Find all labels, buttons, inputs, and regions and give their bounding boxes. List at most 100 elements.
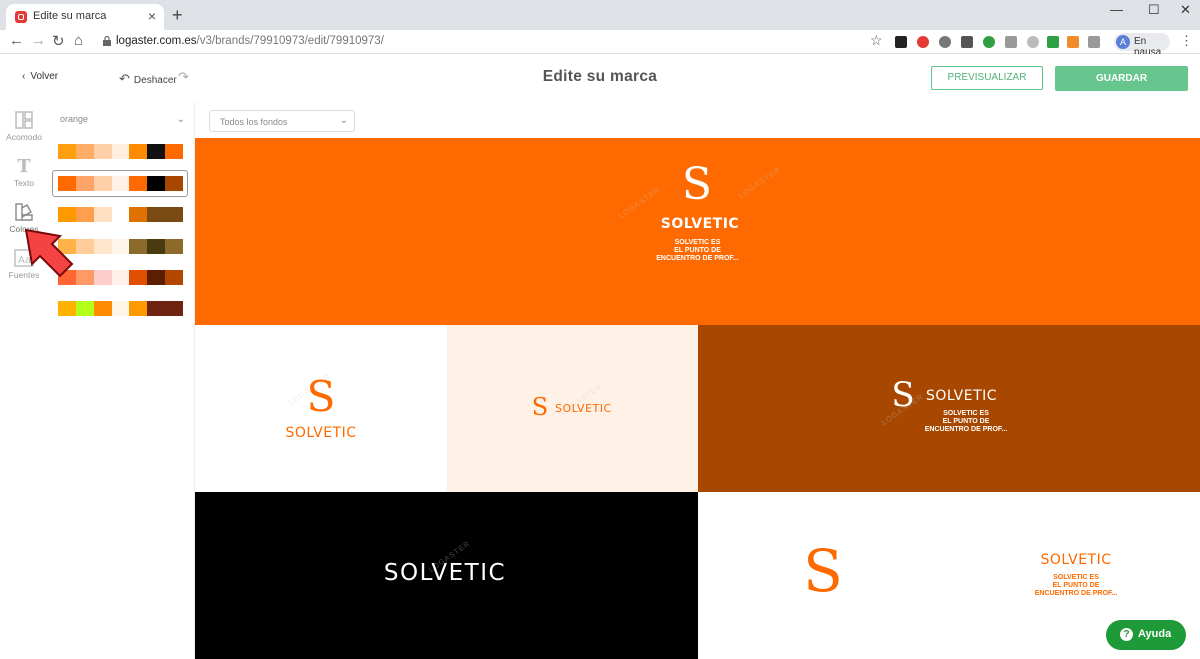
browser-tab[interactable]: Edite su marca × <box>6 4 164 30</box>
back-button[interactable]: ‹ Volver <box>22 71 58 82</box>
palette-swatch <box>93 270 112 285</box>
palette-swatch <box>93 207 112 222</box>
address-bar[interactable]: logaster.com.es/v3/brands/79910973/edit/… <box>116 35 384 47</box>
brand-name: SOLVETIC <box>1040 552 1112 568</box>
color-palette-option[interactable] <box>58 207 184 222</box>
extension-icon[interactable] <box>983 36 995 48</box>
brand-mark: S <box>803 537 843 605</box>
palette-swatch <box>165 176 184 191</box>
background-filter-select[interactable]: Todos los fondos ⌄ <box>209 110 355 132</box>
background-filter-value: Todos los fondos <box>220 117 288 127</box>
profile-button[interactable]: A En pausa <box>1114 33 1170 58</box>
palette-swatch <box>75 239 94 254</box>
extension-icon[interactable] <box>961 36 973 48</box>
color-palette-option[interactable] <box>58 176 184 191</box>
chevron-down-icon: ⌄ <box>339 115 348 126</box>
preview-button[interactable]: PREVISUALIZAR <box>931 66 1043 90</box>
palette-swatch <box>165 239 184 254</box>
maximize-icon[interactable]: ☐ <box>1148 2 1160 18</box>
watermark: LOGASTER <box>736 164 783 201</box>
help-label: Ayuda <box>1138 628 1172 640</box>
color-scheme-select[interactable]: orange ⌄ <box>60 114 187 130</box>
forward-arrow-icon[interactable]: → <box>31 32 46 49</box>
save-button[interactable]: GUARDAR <box>1055 66 1188 91</box>
tool-label: Texto <box>13 178 35 188</box>
extension-icon[interactable] <box>895 36 907 48</box>
palette-swatch <box>111 207 130 222</box>
preview-orange-large[interactable]: LOGASTER LOGASTER S SOLVETIC SOLVETIC ES… <box>195 138 1200 325</box>
color-palette-option[interactable] <box>58 270 184 285</box>
tab-title: Edite su marca <box>33 10 107 22</box>
help-button[interactable]: ? Ayuda <box>1106 620 1186 650</box>
window-close-icon[interactable]: ✕ <box>1180 2 1191 18</box>
color-palette-option[interactable] <box>58 239 184 254</box>
page-title: Edite su marca <box>542 68 658 85</box>
palette-swatch <box>129 239 148 254</box>
palette-swatch <box>129 301 148 316</box>
undo-button[interactable]: ↶ Deshacer <box>119 71 177 87</box>
layout-icon <box>15 111 33 129</box>
back-arrow-icon[interactable]: ← <box>9 32 24 49</box>
home-icon[interactable]: ⌂ <box>74 32 83 49</box>
tool-layout[interactable]: Acomodo <box>4 110 44 142</box>
palette-swatch <box>93 239 112 254</box>
tool-label: Acomodo <box>6 132 42 142</box>
preview-brown[interactable]: LOGASTER S SOLVETIC SOLVETIC ES EL PUNTO … <box>698 325 1200 492</box>
extension-icon[interactable] <box>1005 36 1017 48</box>
brand-slogan: SOLVETIC ES EL PUNTO DE ENCUENTRO DE PROF.… <box>1034 574 1118 598</box>
chevron-left-icon: ‹ <box>22 71 26 82</box>
palette-swatch <box>147 239 166 254</box>
color-palette-option[interactable] <box>58 144 184 159</box>
reload-icon[interactable]: ↻ <box>52 32 65 50</box>
palette-swatch <box>75 144 94 159</box>
palette-swatch <box>147 144 166 159</box>
browser-tab-bar: Edite su marca × + — ☐ ✕ <box>0 0 1200 30</box>
palette-swatch <box>75 270 94 285</box>
preview-white[interactable]: LOGASTER S SOLVETIC <box>195 325 447 492</box>
color-scheme-value: orange <box>60 114 89 124</box>
palette-swatch <box>129 207 148 222</box>
extension-icon[interactable] <box>1088 36 1100 48</box>
lock-icon <box>103 36 111 46</box>
palette-swatch <box>111 270 130 285</box>
palette-swatch <box>165 301 184 316</box>
palette-swatch <box>58 207 76 222</box>
palette-swatch <box>111 144 130 159</box>
text-icon: T <box>17 156 31 177</box>
extension-icon[interactable] <box>917 36 929 48</box>
brand-name: SOLVETIC <box>555 402 612 415</box>
palette-swatch <box>58 301 76 316</box>
editor-sidebar: Acomodo T Texto Colores Aa Fuentes orang… <box>0 102 195 659</box>
browser-menu-icon[interactable]: ⋮ <box>1180 33 1193 49</box>
extension-icon[interactable] <box>1047 36 1059 48</box>
preview-cream[interactable]: LOGASTER S SOLVETIC <box>447 325 698 492</box>
palette-swatch <box>75 301 94 316</box>
palette-swatch <box>75 176 94 191</box>
brand-name: SOLVETIC <box>285 425 357 441</box>
url-path: /v3/brands/79910973/edit/79910973/ <box>196 35 384 47</box>
palette-swatch <box>165 270 184 285</box>
extension-icon[interactable] <box>1027 36 1039 48</box>
tool-text[interactable]: T Texto <box>4 156 44 188</box>
new-tab-icon[interactable]: + <box>172 5 183 26</box>
pointer-arrow-icon <box>24 228 74 278</box>
palette-swatch <box>147 207 166 222</box>
brand-name: SOLVETIC <box>926 388 998 404</box>
preview-black[interactable]: LOGASTER SOLVETIC <box>195 492 698 659</box>
brand-mark: S <box>531 393 549 421</box>
palette-swatch <box>58 176 76 191</box>
minimize-icon[interactable]: — <box>1110 2 1123 17</box>
app-header: ‹ Volver ↶ Deshacer ↷ Edite su marca PREVI… <box>0 54 1200 102</box>
extension-icon[interactable] <box>939 36 951 48</box>
bookmark-star-icon[interactable]: ☆ <box>870 32 883 49</box>
palette-swatch <box>147 270 166 285</box>
color-palette-option[interactable] <box>58 301 184 316</box>
palette-swatch <box>129 270 148 285</box>
palette-swatch <box>129 144 148 159</box>
brand-slogan: SOLVETIC ES EL PUNTO DE ENCUENTRO DE PROF.… <box>924 410 1008 434</box>
palette-swatch <box>58 144 76 159</box>
extension-icon[interactable] <box>1067 36 1079 48</box>
palette-swatch <box>147 301 166 316</box>
redo-icon[interactable]: ↷ <box>178 69 189 85</box>
close-tab-icon[interactable]: × <box>148 8 156 24</box>
